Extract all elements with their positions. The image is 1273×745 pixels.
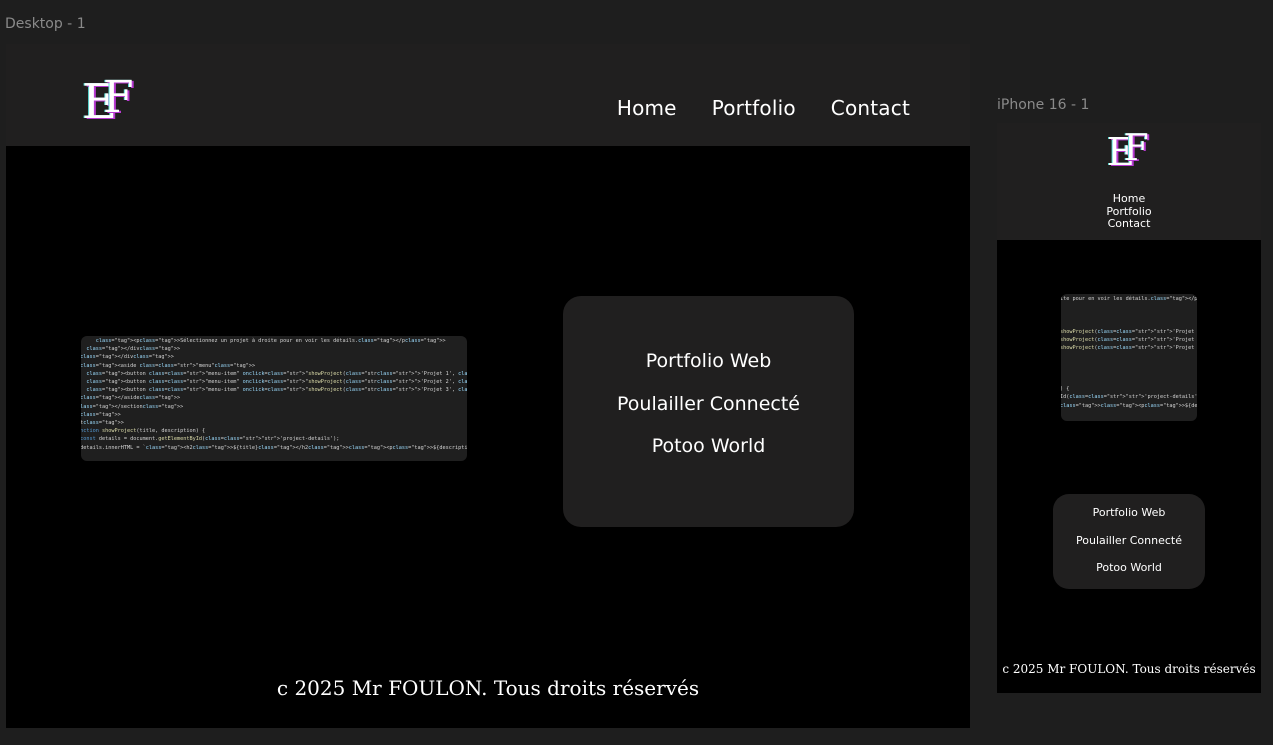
project-item-potoo-world[interactable]: Potoo World bbox=[652, 435, 766, 478]
iphone-frame-label[interactable]: iPhone 16 - 1 bbox=[997, 97, 1089, 113]
iphone-frame: E F Home Portfolio Contact ite pour en v… bbox=[997, 123, 1261, 693]
mobile-code-line: showProject(class=class="str">"str">'Pro… bbox=[1061, 328, 1195, 335]
mobile-code-line: ) { bbox=[1061, 386, 1070, 393]
mobile-code-line bbox=[1061, 320, 1197, 328]
desktop-frame-label[interactable]: Desktop - 1 bbox=[5, 16, 86, 32]
mobile-header: E F Home Portfolio Contact bbox=[997, 123, 1261, 240]
mobile-code-line bbox=[1061, 377, 1197, 385]
site-header: E F Home Portfolio Contact bbox=[6, 44, 970, 146]
mobile-project-menu: Portfolio Web Poulailler Connecté Potoo … bbox=[1053, 494, 1205, 589]
project-item-portfolio-web[interactable]: Portfolio Web bbox=[646, 350, 772, 393]
mobile-code-line: showProject(class=class="str">"str">'Pro… bbox=[1061, 337, 1195, 344]
nav-link-home[interactable]: Home bbox=[617, 96, 677, 120]
desktop-code-line: ptclass="tag">> bbox=[81, 420, 124, 427]
mobile-nav: Home Portfolio Contact bbox=[997, 192, 1261, 231]
desktop-code-line: sclass="tag">> bbox=[81, 411, 121, 418]
mobile-project-item-portfolio-web[interactable]: Portfolio Web bbox=[1093, 506, 1166, 534]
mobile-site-logo[interactable]: E F bbox=[1107, 128, 1149, 172]
mobile-logo-letter-f: F bbox=[1123, 128, 1149, 169]
desktop-code-line: class="tag"><aside class=class="str">"me… bbox=[81, 362, 256, 369]
desktop-code-line: const details = document.getElementById(… bbox=[81, 436, 340, 443]
code-screenshot-image: class="tag"><pclass="tag">>Sélectionnez … bbox=[81, 336, 467, 461]
desktop-code-line: class="tag"></divclass="tag">> bbox=[86, 346, 181, 353]
nav-link-contact[interactable]: Contact bbox=[831, 96, 910, 120]
mobile-code-line: showProject(class=class="str">"str">'Pro… bbox=[1061, 345, 1195, 352]
mobile-code-line: class="tag">>class="tag"><pclass="tag">>… bbox=[1061, 402, 1197, 409]
main-nav: Home Portfolio Contact bbox=[617, 96, 910, 120]
mobile-code-line bbox=[1061, 369, 1197, 377]
mobile-nav-link-home[interactable]: Home bbox=[1113, 192, 1145, 206]
desktop-code-line: class="tag"><button class=class="str">"m… bbox=[86, 370, 467, 377]
mobile-code-line bbox=[1061, 361, 1197, 369]
mobile-code-line bbox=[1061, 352, 1197, 360]
mobile-code-screenshot-image: ite pour en voir les détails.class="tag"… bbox=[1061, 294, 1197, 421]
desktop-code-line: class="tag"><button class=class="str">"m… bbox=[86, 387, 467, 394]
mobile-project-item-potoo-world[interactable]: Potoo World bbox=[1096, 561, 1162, 589]
logo-letter-f: F bbox=[103, 72, 134, 123]
mobile-project-item-poulailler-connecte[interactable]: Poulailler Connecté bbox=[1076, 534, 1182, 562]
mobile-site-footer: c 2025 Mr FOULON. Tous droits réservés bbox=[1002, 662, 1256, 676]
site-logo[interactable]: E F bbox=[82, 72, 134, 127]
mobile-code-line: ite pour en voir les détails.class="tag"… bbox=[1061, 296, 1197, 302]
project-menu: Portfolio Web Poulailler Connecté Potoo … bbox=[563, 296, 854, 527]
desktop-code-line: details.innerHTML = `class="tag"><h2clas… bbox=[81, 444, 467, 451]
mobile-code-line: Id(class=class="str">"str">'project-deta… bbox=[1061, 394, 1197, 401]
project-item-poulailler-connecte[interactable]: Poulailler Connecté bbox=[617, 393, 800, 436]
nav-link-portfolio[interactable]: Portfolio bbox=[712, 96, 796, 120]
mobile-code-line bbox=[1061, 303, 1197, 311]
desktop-code-line: class="tag"></asideclass="tag">> bbox=[81, 395, 181, 402]
site-footer: c 2025 Mr FOULON. Tous droits réservés bbox=[276, 676, 700, 700]
mobile-nav-link-contact[interactable]: Contact bbox=[1108, 218, 1151, 231]
mobile-code-line bbox=[1061, 311, 1197, 319]
desktop-code-line: class="tag"><button class=class="str">"m… bbox=[86, 379, 467, 386]
desktop-code-line: class="tag"></divclass="tag">> bbox=[81, 354, 174, 361]
desktop-frame: E F Home Portfolio Contact class="tag"><… bbox=[6, 44, 970, 728]
desktop-code-line: class="tag"></sectionclass="tag">> bbox=[81, 403, 184, 410]
desktop-code-line: class="tag"><pclass="tag">>Sélectionnez … bbox=[95, 338, 446, 344]
desktop-code-line: unction showProject(title, description) … bbox=[81, 428, 206, 435]
